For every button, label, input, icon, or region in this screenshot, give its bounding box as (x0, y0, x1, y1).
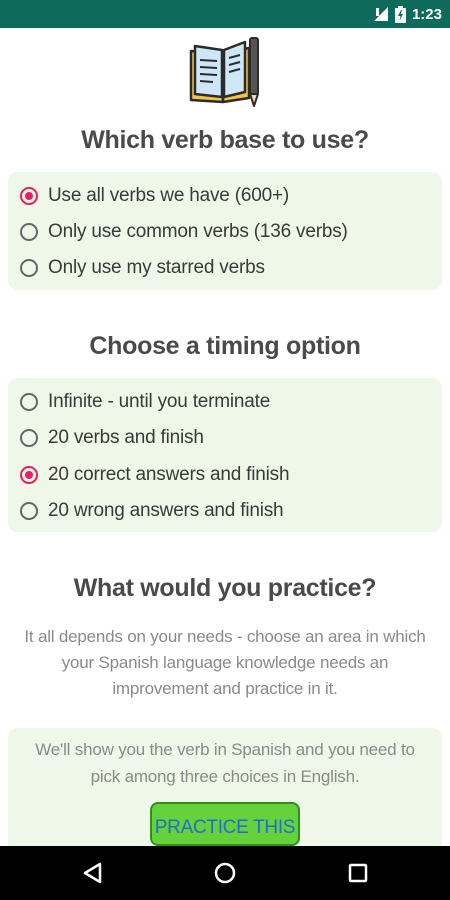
radio-option-label: Infinite - until you terminate (48, 391, 271, 412)
radio-checked-icon[interactable] (20, 466, 38, 484)
battery-icon (394, 5, 406, 23)
radio-option-20-correct[interactable]: 20 correct answers and finish (20, 459, 290, 491)
radio-option-starred-verbs[interactable]: Only use my starred verbs (20, 252, 265, 284)
timing-panel: Infinite - until you terminate 20 verbs … (8, 378, 442, 532)
practice-description: It all depends on your needs - choose an… (24, 627, 426, 698)
practice-title: What would you practice? (73, 574, 377, 602)
signal-icon (373, 7, 388, 21)
recents-square-icon[interactable] (345, 860, 371, 886)
radio-option-label: Use all verbs we have (600+) (48, 185, 289, 206)
radio-option-label: Only use common verbs (136 verbs) (48, 221, 348, 242)
status-bar: 1:23 (0, 0, 450, 28)
radio-option-label: 20 verbs and finish (48, 427, 204, 448)
radio-option-20-verbs[interactable]: 20 verbs and finish (20, 422, 204, 454)
practice-this-button[interactable]: PRACTICE THIS (150, 802, 300, 846)
clock-time: 1:23 (411, 5, 442, 23)
home-circle-icon[interactable] (212, 860, 238, 886)
navigation-bar (0, 846, 450, 900)
status-icons: 1:23 (373, 0, 442, 28)
radio-checked-icon[interactable] (20, 187, 38, 205)
book-pen-icon (189, 37, 259, 107)
radio-option-20-wrong[interactable]: 20 wrong answers and finish (20, 495, 284, 527)
radio-option-infinite[interactable]: Infinite - until you terminate (20, 386, 270, 418)
radio-unchecked-icon[interactable] (20, 259, 38, 277)
verb-base-title: Which verb base to use? (81, 126, 369, 154)
radio-option-label: Only use my starred verbs (48, 257, 265, 278)
radio-option-label: 20 wrong answers and finish (48, 500, 284, 521)
radio-unchecked-icon[interactable] (20, 223, 38, 241)
verb-base-panel: Use all verbs we have (600+) Only use co… (8, 172, 442, 290)
radio-unchecked-icon[interactable] (20, 393, 38, 411)
back-triangle-icon[interactable] (80, 860, 106, 886)
radio-option-label: 20 correct answers and finish (48, 464, 290, 485)
practice-card-text: We'll show you the verb in Spanish and y… (35, 740, 415, 786)
radio-unchecked-icon[interactable] (20, 429, 38, 447)
radio-option-all-verbs[interactable]: Use all verbs we have (600+) (20, 180, 289, 212)
radio-option-common-verbs[interactable]: Only use common verbs (136 verbs) (20, 216, 348, 248)
radio-unchecked-icon[interactable] (20, 502, 38, 520)
timing-title: Choose a timing option (89, 332, 361, 360)
